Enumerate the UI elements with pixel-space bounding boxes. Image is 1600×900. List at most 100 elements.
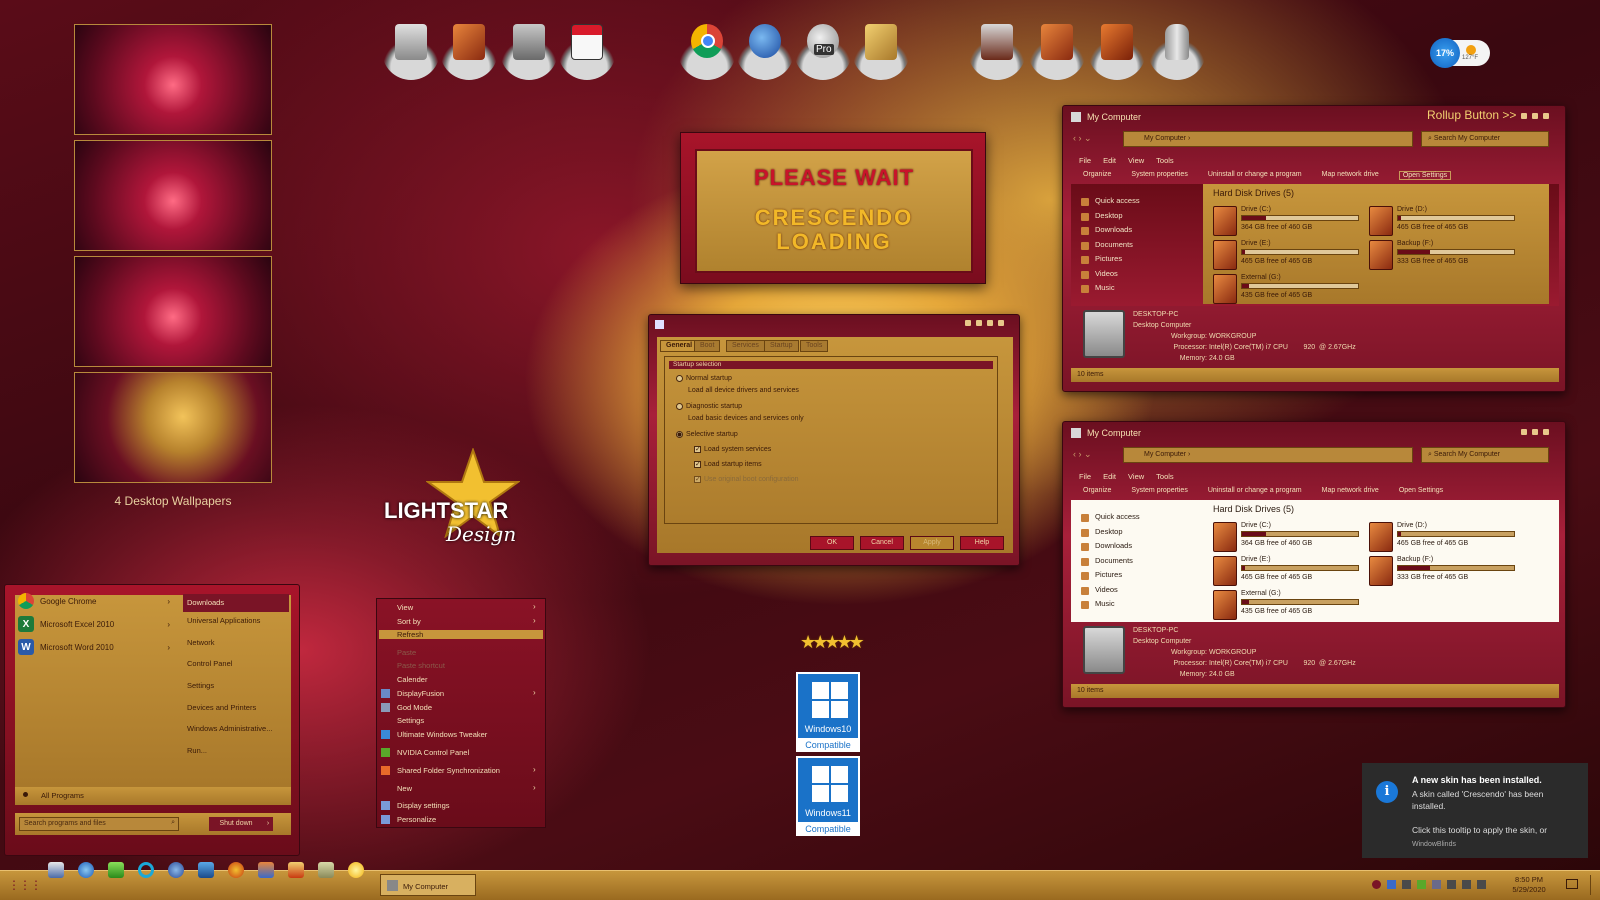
open-settings-button[interactable]: Open Settings (1399, 487, 1443, 494)
place-downloads[interactable]: Downloads (183, 594, 289, 612)
tab-general[interactable]: General (660, 340, 699, 352)
maximize-button[interactable] (987, 320, 993, 326)
ctx-calender[interactable]: Calender (397, 675, 427, 684)
network-icon[interactable] (500, 22, 558, 80)
toast-notification[interactable]: i A new skin has been installed. A skin … (1362, 763, 1588, 858)
pinned-item-excel[interactable]: X Microsoft Excel 2010 › (18, 616, 170, 632)
organize-button[interactable]: Organize (1083, 171, 1111, 180)
tab-services[interactable]: Services (726, 340, 765, 352)
maximize-button[interactable] (1532, 429, 1538, 435)
back-forward-icon[interactable]: ‹ › ⌄ (1073, 449, 1092, 460)
uninstall-button[interactable]: Uninstall or change a program (1208, 487, 1302, 494)
tab-tools[interactable]: Tools (800, 340, 829, 352)
thunderbird-icon[interactable] (736, 22, 794, 80)
maximize-button[interactable] (1532, 113, 1538, 119)
ctx-sort-by[interactable]: Sort by (397, 617, 421, 626)
nav-pictures[interactable]: Pictures (1077, 254, 1140, 269)
ctx-personalize[interactable]: Personalize (397, 815, 436, 824)
menu-view[interactable]: View (1128, 472, 1144, 481)
nav-desktop[interactable]: Desktop (1077, 211, 1140, 226)
place-network[interactable]: Network (183, 638, 289, 660)
tray-display-icon[interactable] (1447, 880, 1456, 889)
documents-icon[interactable] (440, 22, 498, 80)
map-drive-button[interactable]: Map network drive (1322, 487, 1379, 494)
explorer-window-2[interactable]: My Computer ‹ › ⌄ My Computer › ⌕ Search… (1062, 421, 1566, 708)
ctx-ultimate-windows-tweaker[interactable]: Ultimate Windows Tweaker (397, 730, 487, 739)
drive-item[interactable]: Backup (F:) 333 GB free of 465 GB (1369, 240, 1519, 272)
pinned-item-chrome[interactable]: Google Chrome › (18, 593, 170, 609)
computer-icon[interactable] (382, 22, 440, 80)
taskbar-weather-icon[interactable] (348, 862, 364, 878)
drive-item[interactable]: Drive (C:) 364 GB free of 460 GB (1213, 522, 1363, 554)
wallpaper-thumb-4[interactable] (74, 372, 272, 483)
system-properties-button[interactable]: System properties (1131, 487, 1187, 494)
server-icon[interactable] (968, 22, 1026, 80)
nav-downloads[interactable]: Downloads (1077, 541, 1140, 556)
notification-center-icon[interactable] (1566, 879, 1578, 889)
ctx-nvidia-control-panel[interactable]: NVIDIA Control Panel (397, 748, 469, 757)
menu-tools[interactable]: Tools (1156, 156, 1174, 165)
weather-gadget[interactable]: 17% 127°F (1430, 38, 1490, 68)
nav-music[interactable]: Music (1077, 599, 1140, 614)
uninstall-button[interactable]: Uninstall or change a program (1208, 171, 1302, 180)
notebook-icon[interactable] (1088, 22, 1146, 80)
menu-edit[interactable]: Edit (1103, 472, 1116, 481)
nav-documents[interactable]: Documents (1077, 240, 1140, 255)
search-input[interactable]: ⌕ Search My Computer (1421, 131, 1549, 147)
tray-app-icon[interactable] (1387, 880, 1396, 889)
recycle-bin-icon[interactable] (1148, 22, 1206, 80)
tray-volume-icon[interactable] (1462, 880, 1471, 889)
back-forward-icon[interactable]: ‹ › ⌄ (1073, 133, 1092, 144)
drive-item[interactable]: Drive (D:) 465 GB free of 465 GB (1369, 206, 1519, 238)
drive-item[interactable]: Backup (F:) 333 GB free of 465 GB (1369, 556, 1519, 588)
radio-normal[interactable] (676, 375, 683, 382)
tray-security-icon[interactable] (1432, 880, 1441, 889)
all-programs-row[interactable]: All Programs (15, 787, 291, 805)
nav-quick-access[interactable]: Quick access (1077, 196, 1140, 211)
chrome-icon[interactable] (678, 22, 736, 80)
nav-music[interactable]: Music (1077, 283, 1140, 298)
nav-downloads[interactable]: Downloads (1077, 225, 1140, 240)
show-desktop-button[interactable] (1590, 875, 1594, 895)
start-search-input[interactable]: Search programs and files ⌕ (19, 817, 179, 831)
ctx-new[interactable]: New (397, 784, 412, 793)
nav-videos[interactable]: Videos (1077, 585, 1140, 600)
menu-tools[interactable]: Tools (1156, 472, 1174, 481)
ctx-displayfusion[interactable]: DisplayFusion (397, 689, 444, 698)
menu-edit[interactable]: Edit (1103, 156, 1116, 165)
minimize-button[interactable] (1521, 113, 1527, 119)
menu-file[interactable]: File (1079, 472, 1091, 481)
taskbar-paint-icon[interactable] (288, 862, 304, 878)
ctx-display-settings[interactable]: Display settings (397, 801, 450, 810)
organize-button[interactable]: Organize (1083, 487, 1111, 494)
pinned-item-word[interactable]: W Microsoft Word 2010 › (18, 639, 170, 655)
address-bar[interactable]: My Computer › (1123, 131, 1413, 147)
shutdown-options-icon[interactable]: › (263, 817, 273, 831)
taskbar-cortana-icon[interactable] (138, 862, 154, 878)
drive-item[interactable]: External (G:) 435 GB free of 465 GB (1213, 274, 1363, 306)
explorer-window-1[interactable]: My Computer Rollup Button >> ‹ › ⌄ My Co… (1062, 105, 1566, 392)
taskbar-ie-icon[interactable] (78, 862, 94, 878)
address-bar[interactable]: My Computer › (1123, 447, 1413, 463)
taskbar-settings-icon[interactable] (228, 862, 244, 878)
nav-videos[interactable]: Videos (1077, 269, 1140, 284)
place-control-panel[interactable]: Control Panel (183, 659, 289, 681)
ctx-shared-folder-sync[interactable]: Shared Folder Synchronization (397, 766, 500, 775)
checkbox-startup-items[interactable]: ✓ (694, 461, 701, 468)
close-button[interactable] (998, 320, 1004, 326)
nav-pictures[interactable]: Pictures (1077, 570, 1140, 585)
taskbar-folder-icon[interactable] (258, 862, 274, 878)
minimize-button[interactable] (1521, 429, 1527, 435)
nav-documents[interactable]: Documents (1077, 556, 1140, 571)
close-button[interactable] (1543, 429, 1549, 435)
minimize-button[interactable] (976, 320, 982, 326)
close-button[interactable] (1543, 113, 1549, 119)
shutdown-button[interactable]: Shut down (209, 817, 263, 831)
ctx-view[interactable]: View (397, 603, 413, 612)
nav-quick-access[interactable]: Quick access (1077, 512, 1140, 527)
tray-network-icon[interactable] (1402, 880, 1411, 889)
tab-boot[interactable]: Boot (694, 340, 721, 352)
tray-chevron-icon[interactable] (1372, 880, 1381, 889)
checkbox-system-services[interactable]: ✓ (694, 446, 701, 453)
wallpaper-thumb-3[interactable] (74, 256, 272, 367)
